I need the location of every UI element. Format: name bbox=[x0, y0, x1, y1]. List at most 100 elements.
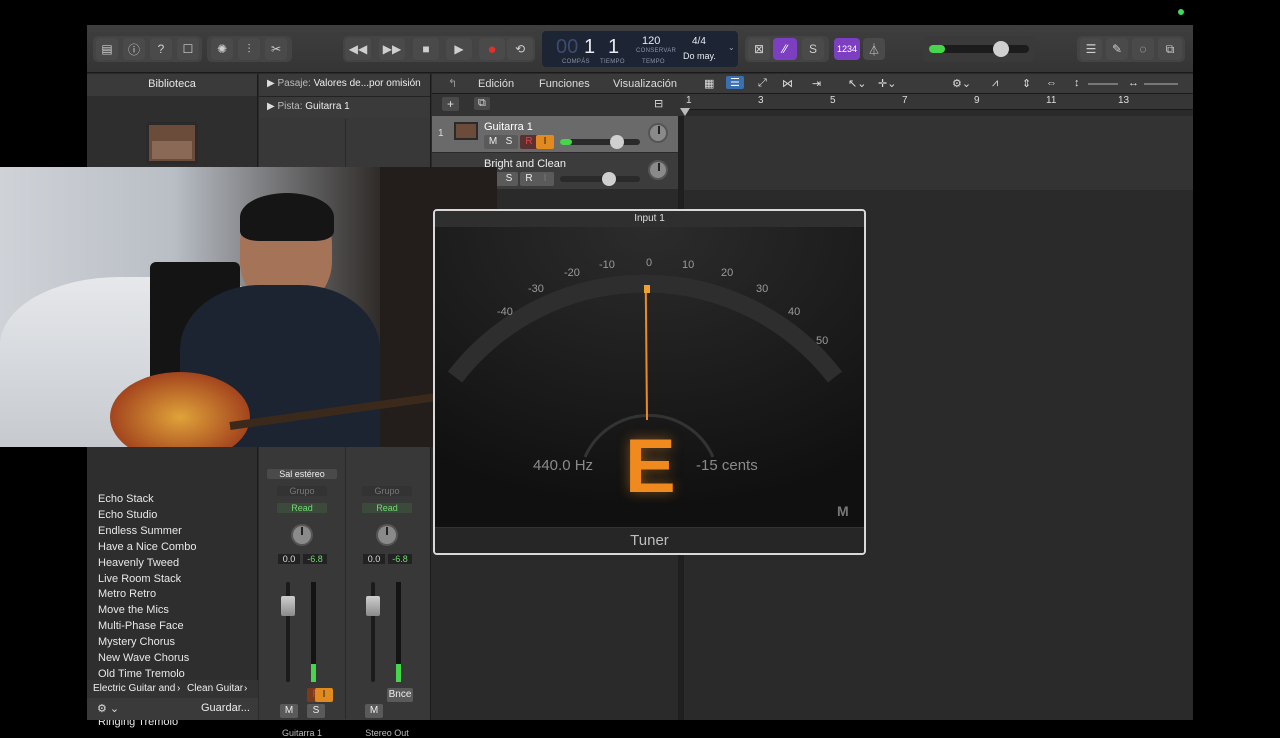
lcd-chevron-down-icon[interactable]: ⌄ bbox=[728, 43, 735, 52]
loop-browser-icon[interactable]: ◌ bbox=[1132, 38, 1154, 60]
automation-mode[interactable]: Read bbox=[362, 503, 412, 513]
track-pan-knob[interactable] bbox=[648, 123, 668, 143]
library-item[interactable]: Echo Stack bbox=[98, 493, 154, 505]
browsers-icon[interactable]: ⧉ bbox=[1158, 38, 1182, 60]
editors-scissors-icon[interactable]: ✂ bbox=[265, 38, 287, 60]
library-item[interactable]: Multi-Phase Face bbox=[98, 620, 184, 632]
track-name[interactable]: Guitarra 1 bbox=[484, 121, 533, 133]
crosshair-tool-icon[interactable]: ✛⌄ bbox=[878, 77, 896, 90]
global-tracks-icon[interactable]: ⊟ bbox=[654, 97, 663, 110]
input-monitor-button[interactable]: I bbox=[536, 135, 554, 149]
ruler-bar: 1 bbox=[686, 95, 692, 106]
cycle-icon[interactable]: ⟲ bbox=[507, 38, 533, 60]
stop-icon[interactable]: ■ bbox=[413, 38, 439, 60]
solo-button[interactable]: S bbox=[500, 172, 518, 186]
flex-icon[interactable]: ⋈ bbox=[782, 77, 793, 90]
track-volume-handle[interactable] bbox=[610, 135, 624, 149]
catch-icon[interactable]: ⇥ bbox=[812, 77, 821, 90]
duplicate-track-icon[interactable]: ⧉ bbox=[474, 97, 490, 110]
forward-icon[interactable]: ▶▶ bbox=[379, 38, 405, 60]
waveform-zoom-icon[interactable]: ⩘ bbox=[992, 77, 998, 90]
library-item[interactable]: Metro Retro bbox=[98, 588, 156, 600]
track-volume-slider[interactable] bbox=[560, 176, 640, 182]
disclosure-triangle-icon[interactable]: ▶ bbox=[267, 101, 275, 112]
horizontal-zoom-slider[interactable] bbox=[1144, 83, 1178, 85]
mute-button[interactable]: M bbox=[280, 704, 298, 718]
toolbar-icon[interactable]: ☐ bbox=[177, 38, 199, 60]
menu-funciones[interactable]: Funciones bbox=[539, 78, 590, 90]
back-arrow-icon[interactable]: ↰ bbox=[448, 77, 457, 90]
menu-visualizacion[interactable]: Visualización bbox=[613, 78, 677, 90]
smart-controls-icon[interactable]: ✺ bbox=[211, 38, 233, 60]
lcd-display[interactable]: 00 1 1 COMPÁS TIEMPO 120 CONSERVAR TEMPO… bbox=[542, 31, 738, 67]
metronome-icon[interactable]: ⏃ bbox=[863, 38, 885, 60]
library-item[interactable]: Echo Studio bbox=[98, 509, 157, 521]
breadcrumb-item-2[interactable]: Clean Guitar bbox=[187, 683, 243, 694]
pan-knob[interactable] bbox=[376, 524, 398, 546]
bounce-button[interactable]: Bnce bbox=[387, 688, 413, 702]
automation-icon[interactable]: ⤢ bbox=[758, 77, 767, 90]
notepad-icon[interactable]: ✎ bbox=[1106, 38, 1128, 60]
horizontal-fit-icon[interactable]: ⇔ bbox=[1046, 77, 1057, 89]
library-item[interactable]: Heavenly Tweed bbox=[98, 557, 179, 569]
inspector-icon[interactable]: ⓘ bbox=[123, 38, 145, 60]
pointer-tool-icon[interactable]: ↖⌄ bbox=[848, 77, 866, 90]
horizontal-zoom-icon[interactable]: ↔ bbox=[1128, 77, 1139, 89]
track-row[interactable]: 1 Guitarra 1 M S R I bbox=[432, 116, 678, 152]
library-item[interactable]: Old Time Tremolo bbox=[98, 668, 185, 680]
library-item[interactable]: Live Room Stack bbox=[98, 573, 181, 585]
list-editors-icon[interactable]: ☰ bbox=[1080, 38, 1102, 60]
rewind-icon[interactable]: ◀◀ bbox=[345, 38, 371, 60]
count-in-badge[interactable]: 1234 bbox=[834, 38, 860, 60]
tuner-icon[interactable]: ⁄∕ bbox=[773, 38, 797, 60]
group-slot[interactable]: Grupo bbox=[277, 486, 327, 496]
pan-knob[interactable] bbox=[291, 524, 313, 546]
library-icon[interactable]: ▤ bbox=[96, 38, 118, 60]
volume-fader-handle[interactable] bbox=[281, 596, 295, 616]
settings-gear-icon[interactable]: ⚙⌄ bbox=[952, 77, 971, 90]
track-header[interactable]: ▶ Pista: Guitarra 1 bbox=[259, 96, 430, 118]
list-view-icon[interactable]: ☰ bbox=[726, 76, 744, 89]
breadcrumb-item-1[interactable]: Electric Guitar and bbox=[93, 683, 175, 694]
add-track-button[interactable]: + bbox=[442, 97, 460, 111]
record-icon[interactable]: ● bbox=[479, 38, 505, 60]
track-volume-handle[interactable] bbox=[602, 172, 616, 186]
grid-view-icon[interactable]: ▦ bbox=[704, 77, 714, 90]
play-icon[interactable]: ▶ bbox=[446, 38, 472, 60]
gear-icon[interactable]: ⚙ ⌄ bbox=[97, 702, 119, 715]
library-item[interactable]: Move the Mics bbox=[98, 604, 169, 616]
track-volume-slider[interactable] bbox=[560, 139, 640, 145]
output-slot[interactable]: Sal estéreo bbox=[267, 469, 337, 479]
tuner-mode[interactable]: M bbox=[837, 503, 849, 519]
master-volume-track[interactable] bbox=[929, 45, 1029, 53]
input-monitor-button[interactable]: I bbox=[315, 688, 333, 702]
timeline-ruler[interactable]: 1 3 5 7 9 11 13 bbox=[684, 94, 1193, 110]
input-monitor-button[interactable]: I bbox=[536, 172, 554, 186]
disclosure-triangle-icon[interactable]: ▶ bbox=[267, 78, 275, 89]
save-button[interactable]: Guardar... bbox=[201, 702, 250, 714]
region-header[interactable]: ▶ Pasaje: Valores de...por omisión bbox=[259, 74, 430, 96]
library-item[interactable]: Have a Nice Combo bbox=[98, 541, 196, 553]
group-slot[interactable]: Grupo bbox=[362, 486, 412, 496]
vertical-zoom-slider[interactable] bbox=[1088, 83, 1118, 85]
vertical-fit-icon[interactable]: ⇕ bbox=[1022, 77, 1031, 90]
vertical-zoom-icon[interactable]: ↕ bbox=[1074, 77, 1080, 89]
playhead-marker[interactable] bbox=[680, 108, 690, 116]
track-pan-knob[interactable] bbox=[648, 160, 668, 180]
volume-fader-handle[interactable] bbox=[366, 596, 380, 616]
library-item[interactable]: Mystery Chorus bbox=[98, 636, 175, 648]
mixer-icon[interactable]: ⫶ bbox=[238, 38, 260, 60]
library-item[interactable]: Endless Summer bbox=[98, 525, 182, 537]
library-item[interactable]: New Wave Chorus bbox=[98, 652, 189, 664]
solo-button[interactable]: S bbox=[500, 135, 518, 149]
mute-button[interactable]: M bbox=[365, 704, 383, 718]
replace-icon[interactable]: ⊠ bbox=[748, 38, 770, 60]
master-volume-knob[interactable] bbox=[993, 41, 1009, 57]
automation-mode[interactable]: Read bbox=[277, 503, 327, 513]
help-icon[interactable]: ? bbox=[150, 38, 172, 60]
solo-button[interactable]: S bbox=[307, 704, 325, 718]
solo-icon[interactable]: S bbox=[802, 38, 824, 60]
menu-edicion[interactable]: Edición bbox=[478, 78, 514, 90]
arrange-region-lane[interactable] bbox=[684, 116, 1193, 190]
library-breadcrumb[interactable]: Electric Guitar and › Clean Guitar › bbox=[87, 680, 258, 698]
